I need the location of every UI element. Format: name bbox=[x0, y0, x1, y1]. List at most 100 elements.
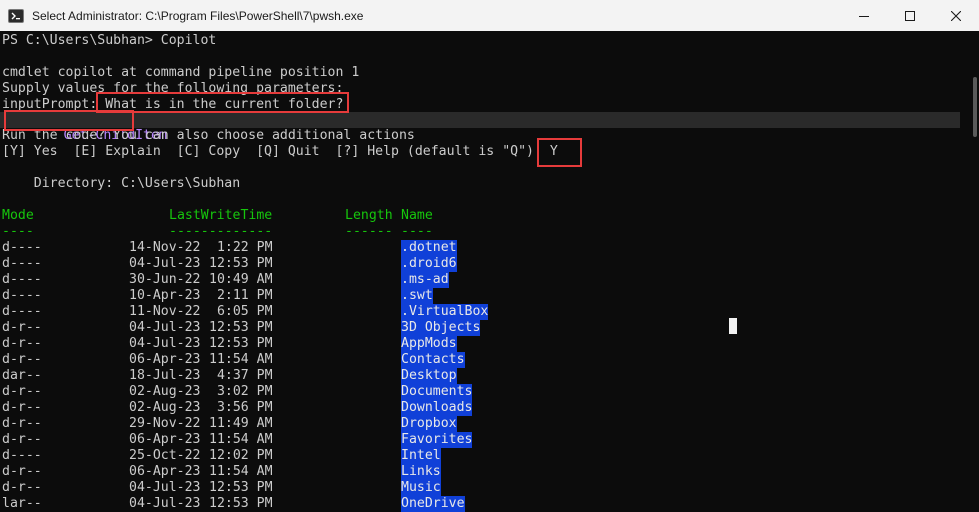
header-lastwrite: LastWriteTime bbox=[169, 208, 273, 223]
row-name: Downloads bbox=[401, 400, 473, 416]
row-time: 11:54 AM bbox=[209, 352, 273, 367]
row-mode: d-r-- bbox=[2, 352, 42, 367]
row-date: 11-Nov-22 bbox=[129, 304, 201, 319]
row-mode: d-r-- bbox=[2, 480, 42, 495]
close-button[interactable] bbox=[933, 0, 979, 31]
row-date: 06-Apr-23 bbox=[129, 432, 201, 447]
row-time: 11:54 AM bbox=[209, 432, 273, 447]
row-name: .VirtualBox bbox=[401, 304, 489, 320]
text-cursor bbox=[729, 318, 737, 334]
header-length: Length bbox=[345, 208, 393, 223]
row-name: .dotnet bbox=[401, 240, 457, 256]
row-time: 4:37 PM bbox=[209, 368, 273, 383]
row-time: 6:05 PM bbox=[209, 304, 273, 319]
suggestion-line: Get-ChildItem bbox=[0, 112, 167, 143]
terminal-output[interactable]: PS C:\Users\Subhan> Copilot cmdlet copil… bbox=[0, 31, 979, 512]
row-time: 12:53 PM bbox=[209, 496, 273, 511]
options-text: [Y] Yes [E] Explain [C] Copy [Q] Quit [?… bbox=[2, 144, 542, 159]
minimize-icon bbox=[859, 15, 869, 17]
row-mode: d-r-- bbox=[2, 464, 42, 479]
row-date: 04-Jul-23 bbox=[129, 480, 201, 495]
row-name: Intel bbox=[401, 448, 441, 464]
row-time: 12:53 PM bbox=[209, 480, 273, 495]
row-name: Dropbox bbox=[401, 416, 457, 432]
row-mode: d---- bbox=[2, 448, 42, 463]
row-date: 30-Jun-22 bbox=[129, 272, 201, 287]
row-mode: d-r-- bbox=[2, 432, 42, 447]
row-date: 25-Oct-22 bbox=[129, 448, 201, 463]
underline-name: ---- bbox=[401, 224, 433, 239]
row-time: 12:53 PM bbox=[209, 336, 273, 351]
row-date: 02-Aug-23 bbox=[129, 384, 201, 399]
row-name: .ms-ad bbox=[401, 272, 449, 288]
row-name: AppMods bbox=[401, 336, 457, 352]
run-question: Run the code? You can also choose additi… bbox=[2, 128, 415, 143]
scrollbar-thumb[interactable] bbox=[973, 77, 977, 137]
row-date: 06-Apr-23 bbox=[129, 464, 201, 479]
row-date: 04-Jul-23 bbox=[129, 336, 201, 351]
row-date: 04-Jul-23 bbox=[129, 496, 201, 511]
header-name: Name bbox=[401, 208, 433, 223]
row-time: 12:53 PM bbox=[209, 320, 273, 335]
row-name: Contacts bbox=[401, 352, 465, 368]
row-date: 29-Nov-22 bbox=[129, 416, 201, 431]
row-date: 02-Aug-23 bbox=[129, 400, 201, 415]
row-name: 3D Objects bbox=[401, 320, 481, 336]
row-name: Music bbox=[401, 480, 441, 496]
window-title: Select Administrator: C:\Program Files\P… bbox=[32, 8, 364, 23]
row-mode: d-r-- bbox=[2, 320, 42, 335]
row-name: .droid6 bbox=[401, 256, 457, 272]
minimize-button[interactable] bbox=[841, 0, 887, 31]
row-time: 11:54 AM bbox=[209, 464, 273, 479]
row-date: 06-Apr-23 bbox=[129, 352, 201, 367]
input-prompt-value: What is in the current folder? bbox=[97, 97, 344, 112]
answer-text: Y bbox=[541, 144, 558, 159]
row-mode: d---- bbox=[2, 256, 42, 271]
underline-lastwrite: ------------- bbox=[169, 224, 273, 239]
directory-line: Directory: C:\Users\Subhan bbox=[2, 176, 241, 191]
input-prompt-label: inputPrompt: bbox=[2, 97, 98, 112]
row-name: Links bbox=[401, 464, 441, 480]
row-time: 3:56 PM bbox=[209, 400, 273, 415]
supply-line: Supply values for the following paramete… bbox=[2, 81, 344, 96]
row-mode: d-r-- bbox=[2, 384, 42, 399]
maximize-button[interactable] bbox=[887, 0, 933, 31]
underline-mode: ---- bbox=[2, 224, 34, 239]
prompt-line: PS C:\Users\Subhan> Copilot bbox=[2, 33, 217, 48]
row-date: 04-Jul-23 bbox=[129, 320, 201, 335]
row-name: .swt bbox=[401, 288, 433, 304]
terminal-window: Select Administrator: C:\Program Files\P… bbox=[0, 0, 979, 512]
row-mode: d-r-- bbox=[2, 400, 42, 415]
row-time: 12:02 PM bbox=[209, 448, 273, 463]
options-line: [Y] Yes [E] Explain [C] Copy [Q] Quit [?… bbox=[2, 144, 558, 160]
underline-length: ------ bbox=[345, 224, 393, 239]
row-date: 14-Nov-22 bbox=[129, 240, 201, 255]
row-date: 10-Apr-23 bbox=[129, 288, 201, 303]
cmdlet-line: cmdlet copilot at command pipeline posit… bbox=[2, 65, 360, 80]
row-name: Desktop bbox=[401, 368, 457, 384]
row-time: 12:53 PM bbox=[209, 256, 273, 271]
row-time: 3:02 PM bbox=[209, 384, 273, 399]
scrollbar[interactable] bbox=[969, 31, 979, 512]
row-mode: d---- bbox=[2, 304, 42, 319]
row-mode: lar-- bbox=[2, 496, 42, 511]
row-time: 11:49 AM bbox=[209, 416, 273, 431]
row-mode: d-r-- bbox=[2, 336, 42, 351]
row-date: 04-Jul-23 bbox=[129, 256, 201, 271]
row-mode: d---- bbox=[2, 272, 42, 287]
row-time: 1:22 PM bbox=[209, 240, 273, 255]
powershell-icon bbox=[8, 8, 24, 24]
row-time: 10:49 AM bbox=[209, 272, 273, 287]
row-mode: d---- bbox=[2, 240, 42, 255]
title-bar[interactable]: Select Administrator: C:\Program Files\P… bbox=[0, 0, 979, 31]
header-mode: Mode bbox=[2, 208, 34, 223]
row-name: OneDrive bbox=[401, 496, 465, 512]
row-mode: dar-- bbox=[2, 368, 42, 383]
row-name: Documents bbox=[401, 384, 473, 400]
window-controls bbox=[841, 0, 979, 31]
close-icon bbox=[951, 10, 961, 21]
row-mode: d---- bbox=[2, 288, 42, 303]
row-date: 18-Jul-23 bbox=[129, 368, 201, 383]
maximize-icon bbox=[905, 10, 915, 21]
row-time: 2:11 PM bbox=[209, 288, 273, 303]
